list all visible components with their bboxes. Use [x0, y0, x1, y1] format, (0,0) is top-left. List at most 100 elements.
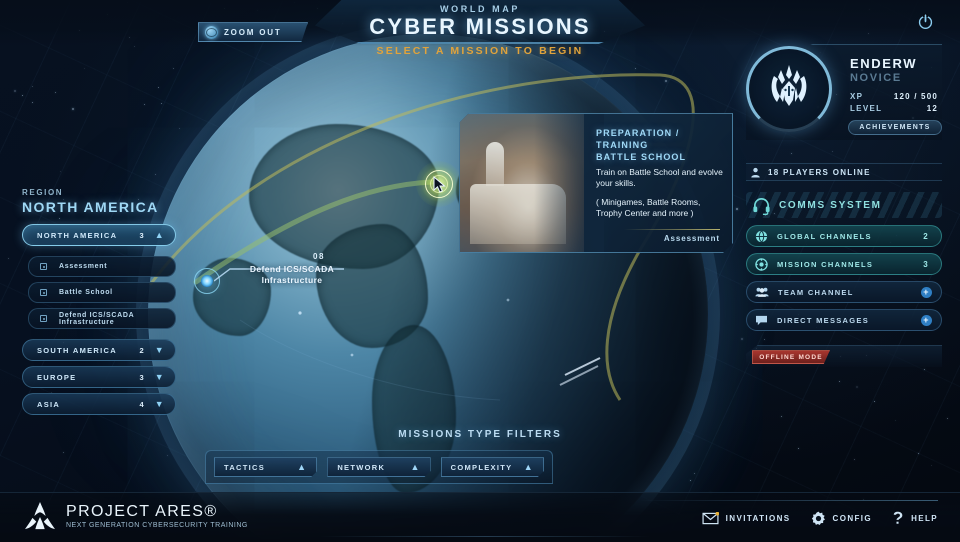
comms-header: COMMS SYSTEM [746, 192, 942, 218]
comms-channel-list: GLOBAL CHANNELS 2 MISSION CHANNELS 3 TEA… [746, 225, 942, 331]
filter-label: NETWORK [337, 462, 386, 472]
zoom-out-button[interactable]: ZOOM OUT [198, 22, 308, 42]
achievements-label: ACHIEVEMENTS [859, 124, 931, 131]
checkbox-icon[interactable] [40, 289, 47, 296]
mission-card-description: Train on Battle School and evolve your s… [596, 167, 723, 188]
chevron-down-icon: ▼ [154, 344, 165, 355]
power-button[interactable] [914, 10, 936, 32]
mission-card-body: PREPARATION / TRAINING BATTLE SCHOOL Tra… [596, 127, 724, 219]
brand: PROJECT ARES® NEXT GENERATION CYBERSECUR… [24, 501, 248, 531]
region-name: NORTH AMERICA [22, 199, 159, 215]
comms-row-team-channel[interactable]: TEAM CHANNEL + [746, 281, 942, 303]
mission-row-assessment[interactable]: Assessment [28, 256, 176, 277]
footer-links: INVITATIONS CONFIG HELP [702, 511, 938, 526]
power-icon [918, 13, 932, 29]
region-panel: REGION NORTH AMERICA NORTH AMERICA 3 ▲ A… [22, 188, 176, 415]
region-count: 4 [139, 399, 145, 409]
xp-value: 120 / 500 [893, 92, 938, 101]
add-team-channel-button[interactable]: + [921, 286, 932, 298]
question-icon [893, 511, 903, 524]
region-label: EUROPE [37, 372, 77, 382]
comms-panel: COMMS SYSTEM GLOBAL CHANNELS 2 MISSION C… [746, 192, 942, 367]
user-icon [751, 167, 760, 178]
avatar[interactable] [746, 46, 832, 132]
chevron-up-icon: ▲ [297, 462, 308, 472]
level-value: 12 [926, 104, 938, 113]
region-row-north-america[interactable]: NORTH AMERICA 3 ▲ [22, 224, 176, 246]
help-label: HELP [911, 514, 938, 523]
filter-tactics[interactable]: TACTICS ▲ [214, 457, 318, 477]
headset-icon [753, 197, 770, 215]
zoom-out-label: ZOOM OUT [224, 27, 282, 37]
comms-label: GLOBAL CHANNELS [777, 231, 872, 241]
team-icon [755, 287, 769, 297]
mission-label: Defend ICS/SCADA Infrastructure [59, 311, 135, 326]
chevron-down-icon: ▼ [154, 398, 165, 409]
marker-label: Defend ICS/SCADA Infrastructure [249, 264, 335, 285]
footer-rule [638, 500, 938, 501]
invitations-button[interactable]: INVITATIONS [702, 512, 791, 525]
config-label: CONFIG [832, 514, 873, 523]
help-button[interactable]: HELP [892, 511, 938, 526]
header-kicker: WORLD MAP [440, 4, 520, 14]
mission-card-title-line1: PREPARATION / TRAINING [596, 128, 680, 150]
players-online-label: 18 PLAYERS ONLINE [768, 167, 871, 177]
checkbox-icon[interactable] [40, 263, 47, 270]
marker-number: 08 [313, 252, 325, 261]
mission-row-battle-school[interactable]: Battle School [28, 282, 176, 303]
region-label: SOUTH AMERICA [37, 345, 117, 355]
globe-icon [205, 25, 218, 39]
add-direct-message-button[interactable]: + [921, 314, 932, 326]
region-count: 3 [139, 372, 145, 382]
mouse-cursor-icon [433, 176, 446, 193]
mission-card-note: ( Minigames, Battle Rooms, Trophy Center… [596, 197, 701, 218]
envelope-icon [702, 512, 719, 525]
filter-complexity[interactable]: COMPLEXITY ▲ [440, 457, 544, 477]
mission-card-footer-label: Assessment [663, 234, 720, 243]
app-root: 08 Defend ICS/SCADA Infrastructure PREPA… [0, 0, 960, 542]
mission-filter-bar: TACTICS ▲ NETWORK ▲ COMPLEXITY ▲ [205, 450, 553, 484]
brand-name: PROJECT ARES® [66, 503, 218, 520]
checkbox-icon[interactable] [40, 315, 47, 322]
achievements-button[interactable]: ACHIEVEMENTS [848, 120, 942, 135]
avatar-crest-icon [771, 65, 807, 106]
player-panel: ENDERW NOVICE XP 120 / 500 LEVEL 12 ACHI… [746, 44, 942, 140]
filter-label: COMPLEXITY [450, 462, 513, 472]
comms-count-badge: 3 [923, 259, 929, 269]
comms-row-mission-channels[interactable]: MISSION CHANNELS 3 [746, 253, 942, 275]
comms-row-global-channels[interactable]: GLOBAL CHANNELS 2 [746, 225, 942, 247]
offline-mode-area: OFFLINE MODE [746, 345, 942, 367]
config-button[interactable]: CONFIG [811, 511, 873, 526]
ares-logo-icon [25, 501, 55, 530]
invitations-label: INVITATIONS [725, 514, 791, 523]
mission-card-divider [624, 229, 720, 230]
page-title: CYBER MISSIONS [369, 14, 591, 39]
region-count: 3 [139, 230, 145, 240]
footer-rule-secondary [320, 536, 650, 537]
comms-row-direct-messages[interactable]: DIRECT MESSAGES + [746, 309, 942, 331]
region-label: NORTH AMERICA [37, 230, 118, 240]
comms-title: COMMS SYSTEM [779, 199, 882, 211]
status-badge-offline[interactable]: OFFLINE MODE [752, 350, 830, 364]
gear-icon [811, 511, 825, 525]
footer: PROJECT ARES® NEXT GENERATION CYBERSECUR… [0, 492, 960, 542]
chat-icon [756, 315, 767, 325]
region-row-south-america[interactable]: SOUTH AMERICA 2 ▼ [22, 339, 176, 361]
region-label: ASIA [37, 399, 61, 409]
player-rank: NOVICE [850, 72, 902, 84]
target-icon [755, 257, 768, 271]
xp-label: XP [850, 92, 864, 101]
region-row-asia[interactable]: ASIA 4 ▼ [22, 393, 176, 415]
region-kicker: REGION [22, 188, 64, 197]
players-online-bar: 18 PLAYERS ONLINE [746, 163, 942, 181]
level-label: LEVEL [850, 104, 883, 113]
filter-network[interactable]: NETWORK ▲ [327, 457, 431, 477]
mission-info-card[interactable]: PREPARATION / TRAINING BATTLE SCHOOL Tra… [459, 113, 733, 253]
region-list: NORTH AMERICA 3 ▲ Assessment Battle Scho… [22, 224, 176, 415]
mission-sublist: Assessment Battle School Defend ICS/SCAD… [28, 256, 176, 329]
thumbnail-fade [534, 114, 604, 253]
node-core [201, 275, 213, 287]
comms-count-badge: 2 [923, 231, 929, 241]
region-row-europe[interactable]: EUROPE 3 ▼ [22, 366, 176, 388]
mission-row-defend-ics-scada[interactable]: Defend ICS/SCADA Infrastructure [28, 308, 176, 329]
